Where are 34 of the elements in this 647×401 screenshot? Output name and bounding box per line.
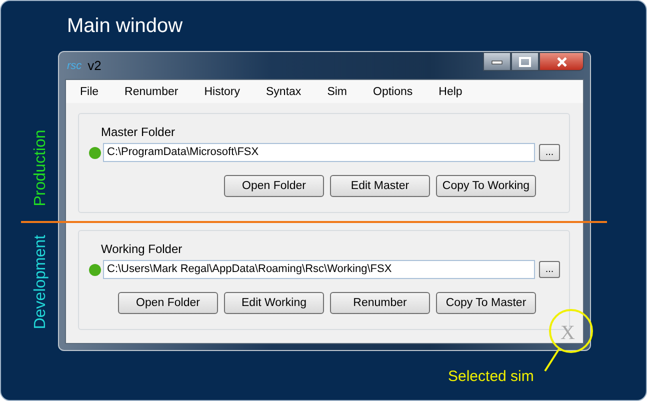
development-label: Development [32, 234, 50, 332]
folder-label: Working Folder [101, 242, 184, 256]
action-button[interactable]: Open Folder [224, 175, 324, 197]
maximize-button[interactable] [511, 52, 539, 71]
folder-label: Master Folder [101, 125, 176, 139]
menu-item[interactable]: Help [438, 86, 472, 98]
canvas-title: Main window [67, 15, 183, 38]
menu-item[interactable]: History [204, 86, 250, 98]
browse-button[interactable]: ... [539, 261, 560, 278]
close-button[interactable] [539, 52, 584, 71]
folder-path-field[interactable]: C:\ProgramData\Microsoft\FSX [103, 143, 535, 162]
maximize-icon [519, 56, 531, 66]
window-title: v2 [88, 58, 102, 73]
menu-item[interactable]: Syntax [266, 86, 310, 98]
action-button[interactable]: Open Folder [118, 292, 218, 314]
selected-sim-indicator: X [560, 322, 575, 344]
menu-item[interactable]: File [80, 86, 108, 98]
action-button[interactable]: Edit Working [224, 292, 324, 314]
action-button[interactable]: Copy To Working [436, 175, 536, 197]
callout-drawing [544, 309, 593, 372]
menu-item[interactable]: Options [373, 86, 422, 98]
folder-path-field[interactable]: C:\Users\Mark Regal\AppData\Roaming\Rsc\Working\FSX [103, 260, 535, 279]
app-logo: rsc [67, 60, 82, 72]
minimize-button[interactable] [483, 52, 511, 71]
minimize-icon [491, 58, 503, 64]
action-button[interactable]: Copy To Master [436, 292, 536, 314]
production-label: Production [32, 128, 50, 208]
close-icon [556, 56, 568, 66]
action-button[interactable]: Edit Master [330, 175, 430, 197]
callout-label: Selected sim [448, 368, 534, 385]
browse-button[interactable]: ... [539, 144, 560, 161]
menu-item[interactable]: Renumber [124, 86, 188, 98]
action-button[interactable]: Renumber [330, 292, 430, 314]
menu-item[interactable]: Sim [327, 86, 356, 98]
